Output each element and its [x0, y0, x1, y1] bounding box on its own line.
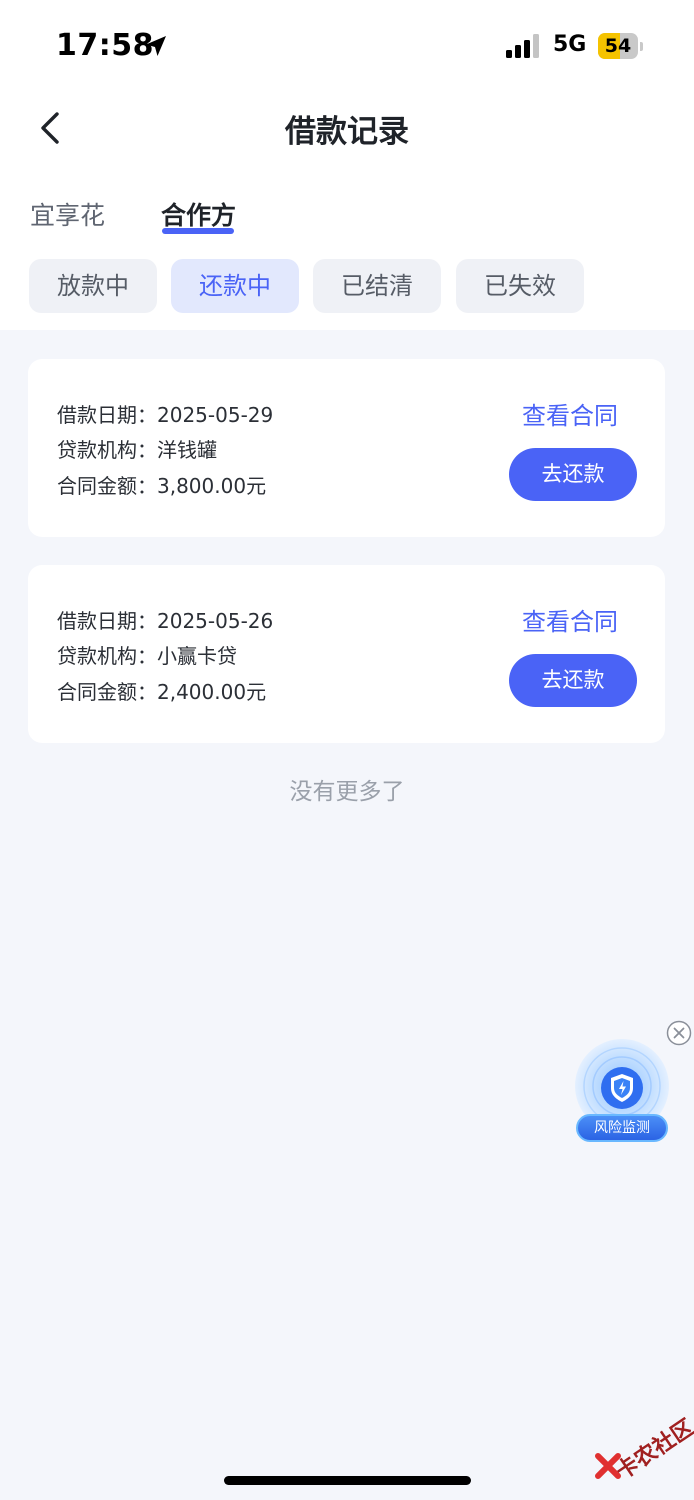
loan-date-label: 借款日期： [57, 609, 157, 633]
tab-yixianghua[interactable]: 宜享花 [30, 196, 105, 232]
loan-date-label: 借款日期： [57, 403, 157, 427]
lender-row: 贷款机构：洋钱罐 [57, 434, 217, 463]
lender-label: 贷款机构： [57, 644, 157, 668]
location-arrow-icon [146, 36, 166, 56]
loan-record-card: 借款日期：2025-05-26 贷款机构：小赢卡贷 合同金额：2,400.00元… [28, 565, 665, 743]
network-type: 5G [553, 32, 587, 57]
lender-row: 贷款机构：小赢卡贷 [57, 640, 237, 669]
loan-date-row: 借款日期：2025-05-26 [57, 605, 273, 634]
watermark-logo: 卡农社区 [588, 1404, 694, 1485]
status-time: 17:58 [56, 28, 154, 63]
view-contract-link[interactable]: 查看合同 [522, 602, 618, 637]
cellular-signal-icon [506, 34, 539, 58]
filter-repaying[interactable]: 还款中 [171, 259, 299, 313]
loan-record-card: 借款日期：2025-05-29 贷款机构：洋钱罐 合同金额：3,800.00元 … [28, 359, 665, 537]
view-contract-link[interactable]: 查看合同 [522, 396, 618, 431]
lender-value: 小赢卡贷 [157, 644, 237, 668]
amount-label: 合同金额： [57, 474, 157, 498]
loan-date-value: 2025-05-29 [157, 403, 274, 427]
loan-date-row: 借款日期：2025-05-29 [57, 399, 273, 428]
watermark-text: 卡农社区 [611, 1415, 694, 1486]
lender-value: 洋钱罐 [157, 438, 217, 462]
no-more-text: 没有更多了 [289, 779, 405, 805]
filter-expired[interactable]: 已失效 [456, 259, 584, 313]
filter-disbursing[interactable]: 放款中 [29, 259, 157, 313]
battery-percent: 54 [604, 35, 632, 57]
amount-row: 合同金额：3,800.00元 [57, 470, 266, 499]
amount-label: 合同金额： [57, 680, 157, 704]
amount-row: 合同金额：2,400.00元 [57, 676, 266, 705]
repay-button[interactable]: 去还款 [509, 448, 637, 501]
amount-value: 3,800.00元 [157, 474, 267, 498]
filter-settled[interactable]: 已结清 [313, 259, 441, 313]
shield-icon [575, 1039, 669, 1133]
active-tab-indicator [162, 228, 234, 234]
risk-monitor-label: 风险监测 [576, 1114, 668, 1142]
page-title: 借款记录 [285, 114, 409, 150]
battery-icon: 54 [598, 33, 644, 59]
amount-value: 2,400.00元 [157, 680, 267, 704]
home-indicator [224, 1476, 471, 1485]
tab-partner[interactable]: 合作方 [161, 196, 236, 232]
loan-date-value: 2025-05-26 [157, 609, 274, 633]
risk-monitor-widget[interactable]: 风险监测 [574, 1038, 672, 1146]
repay-button[interactable]: 去还款 [509, 654, 637, 707]
lender-label: 贷款机构： [57, 438, 157, 462]
